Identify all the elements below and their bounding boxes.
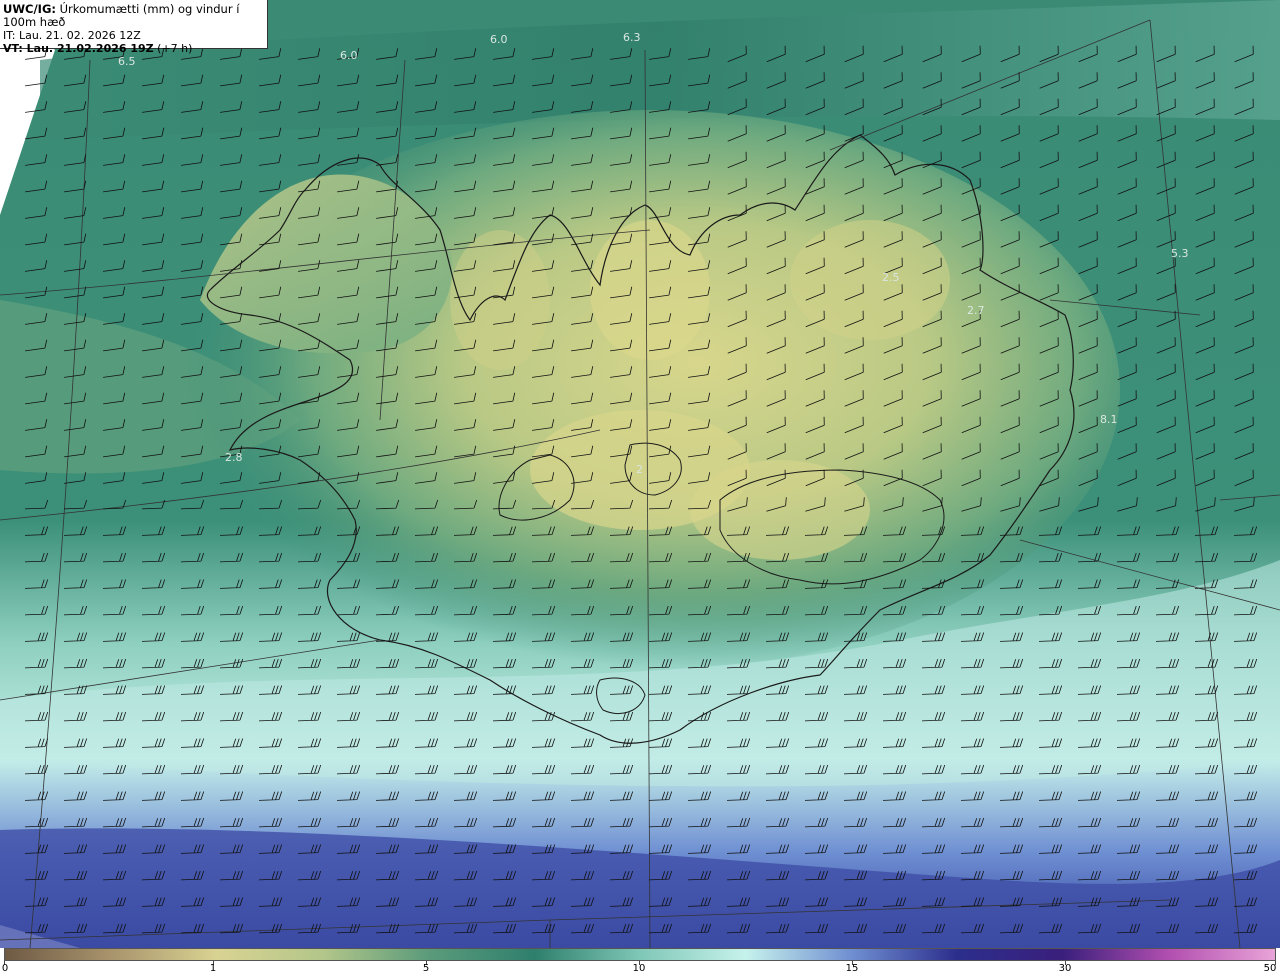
contour-label: 6.0 bbox=[490, 33, 508, 46]
contour-label: 2.7 bbox=[967, 304, 985, 317]
colorbar: 0 1 5 10 15 30 50 bbox=[0, 948, 1280, 978]
title-row: UWC/IG: Úrkomumætti (mm) og vindur í 100… bbox=[3, 3, 267, 29]
contour-label: 2 bbox=[636, 463, 643, 476]
contour-label: 2.5 bbox=[882, 271, 900, 284]
colorbar-label: 10 bbox=[632, 963, 646, 974]
contour-label: 5.3 bbox=[1171, 247, 1189, 260]
it-value: Lau. 21. 02. 2026 12Z bbox=[18, 29, 141, 42]
vt-offset: (+7 h) bbox=[157, 42, 193, 55]
vt-value: Lau. 21.02.2026 19Z bbox=[26, 42, 154, 55]
it-label: IT: bbox=[3, 29, 16, 42]
colorbar-label: 5 bbox=[422, 963, 430, 974]
contour-label: 2.8 bbox=[225, 451, 243, 464]
colorbar-label: 1 bbox=[209, 963, 217, 974]
northeast-yellow bbox=[790, 220, 950, 340]
model-label: UWC/IG: bbox=[3, 2, 56, 16]
contour-label: 6.5 bbox=[118, 55, 136, 68]
map-info-box: UWC/IG: Úrkomumætti (mm) og vindur í 100… bbox=[0, 0, 268, 55]
colorbar-label: 30 bbox=[1058, 963, 1072, 974]
vt-label: VT: bbox=[3, 42, 23, 55]
colorbar-strip bbox=[4, 948, 1276, 961]
contour-label: 6.3 bbox=[623, 31, 641, 44]
colorbar-label: 0 bbox=[1, 963, 9, 974]
colorbar-label: 15 bbox=[845, 963, 859, 974]
contour-label: 8.1 bbox=[1100, 413, 1118, 426]
colorbar-label: 50 bbox=[1263, 963, 1277, 974]
north-yellow bbox=[590, 220, 710, 360]
it-row: IT: Lau. 21. 02. 2026 12Z bbox=[3, 29, 267, 42]
vt-row: VT: Lau. 21.02.2026 19Z (+7 h) bbox=[3, 42, 267, 55]
contour-label: 6.0 bbox=[340, 49, 358, 62]
